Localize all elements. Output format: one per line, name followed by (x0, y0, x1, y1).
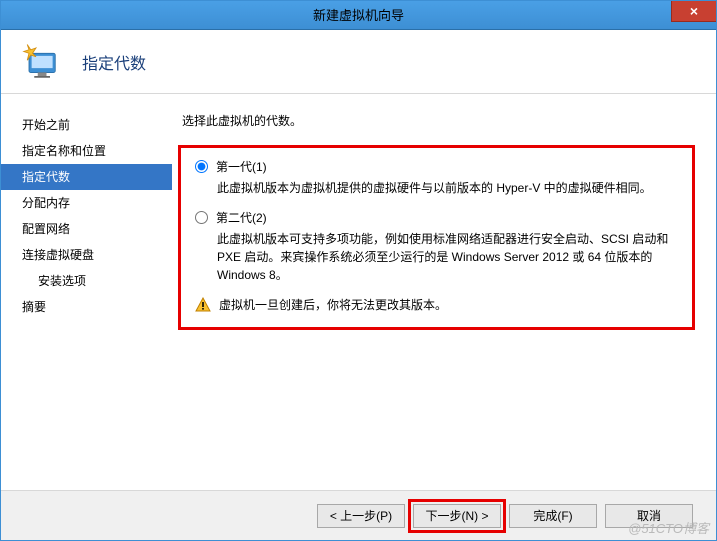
page-title: 指定代数 (82, 50, 146, 74)
prev-button[interactable]: < 上一步(P) (317, 504, 405, 528)
radio-gen1[interactable] (195, 160, 208, 173)
sidebar-item-label: 指定代数 (22, 170, 70, 184)
wizard-footer: < 上一步(P) 下一步(N) > 完成(F) 取消 (0, 490, 717, 540)
sidebar-item-label: 连接虚拟硬盘 (22, 248, 94, 262)
sidebar-item-label: 指定名称和位置 (22, 144, 106, 158)
warning-icon (195, 297, 211, 313)
sidebar-item-memory[interactable]: 分配内存 (0, 190, 172, 216)
options-highlight: 第一代(1) 此虚拟机版本为虚拟机提供的虚拟硬件与以前版本的 Hyper-V 中… (178, 145, 695, 330)
close-button[interactable]: × (671, 0, 717, 22)
wizard-icon (22, 41, 64, 83)
window-title: 新建虚拟机向导 (313, 5, 404, 24)
radio-gen2[interactable] (195, 211, 208, 224)
wizard-header: 指定代数 (0, 30, 717, 94)
option-gen2-label: 第二代(2) (216, 209, 267, 226)
sidebar-item-label: 摘要 (22, 300, 46, 314)
sidebar-item-generation[interactable]: 指定代数 (0, 164, 172, 190)
close-icon: × (690, 3, 698, 19)
sidebar: 开始之前 指定名称和位置 指定代数 分配内存 配置网络 连接虚拟硬盘 安装选项 … (0, 94, 172, 490)
option-gen1-label: 第一代(1) (216, 158, 267, 175)
sidebar-item-before-begin[interactable]: 开始之前 (0, 112, 172, 138)
sidebar-item-summary[interactable]: 摘要 (0, 294, 172, 320)
sidebar-item-vhd[interactable]: 连接虚拟硬盘 (0, 242, 172, 268)
sidebar-item-label: 分配内存 (22, 196, 70, 210)
wizard-body: 开始之前 指定名称和位置 指定代数 分配内存 配置网络 连接虚拟硬盘 安装选项 … (0, 94, 717, 490)
sidebar-item-network[interactable]: 配置网络 (0, 216, 172, 242)
sidebar-item-name-location[interactable]: 指定名称和位置 (0, 138, 172, 164)
warning-row: 虚拟机一旦创建后，你将无法更改其版本。 (195, 296, 678, 313)
option-gen1-row[interactable]: 第一代(1) (195, 158, 678, 175)
cancel-button[interactable]: 取消 (605, 504, 693, 528)
warning-text: 虚拟机一旦创建后，你将无法更改其版本。 (219, 296, 447, 313)
option-gen1-desc: 此虚拟机版本为虚拟机提供的虚拟硬件与以前版本的 Hyper-V 中的虚拟硬件相同… (217, 179, 678, 197)
sidebar-item-label: 安装选项 (38, 274, 86, 288)
next-button[interactable]: 下一步(N) > (413, 504, 501, 528)
sidebar-item-install-options[interactable]: 安装选项 (0, 268, 172, 294)
main-panel: 选择此虚拟机的代数。 第一代(1) 此虚拟机版本为虚拟机提供的虚拟硬件与以前版本… (172, 94, 717, 490)
option-gen2-row[interactable]: 第二代(2) (195, 209, 678, 226)
titlebar: 新建虚拟机向导 × (0, 0, 717, 30)
finish-button[interactable]: 完成(F) (509, 504, 597, 528)
sidebar-item-label: 配置网络 (22, 222, 70, 236)
instruction-text: 选择此虚拟机的代数。 (182, 112, 697, 129)
sidebar-item-label: 开始之前 (22, 118, 70, 132)
option-gen2-desc: 此虚拟机版本可支持多项功能，例如使用标准网络适配器进行安全启动、SCSI 启动和… (217, 230, 678, 284)
